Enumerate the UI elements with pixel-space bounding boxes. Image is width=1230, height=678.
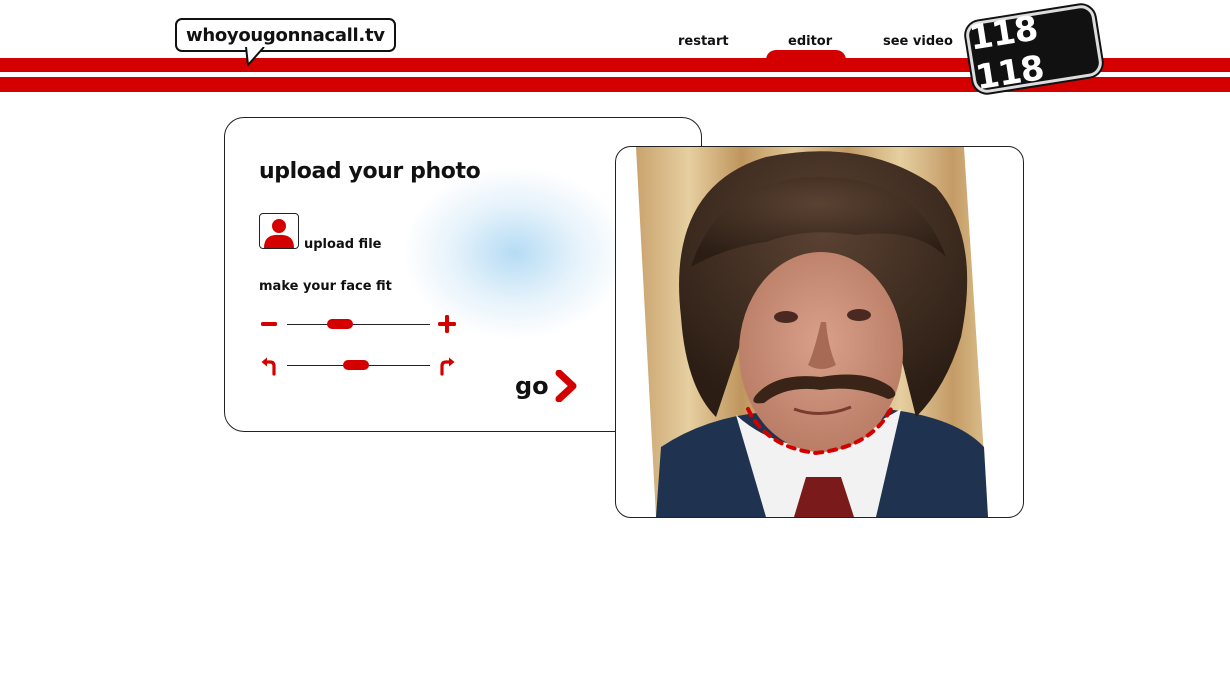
rotate-right-icon[interactable] <box>437 356 457 376</box>
upload-file-link[interactable]: upload file <box>304 237 381 252</box>
site-logo[interactable]: whoyougonnacall.tv <box>175 18 396 52</box>
nav-see-video[interactable]: see video <box>883 34 953 49</box>
plus-icon[interactable] <box>437 314 457 334</box>
nav-editor[interactable]: editor <box>788 34 832 49</box>
active-tab-indicator <box>766 50 846 60</box>
go-button[interactable]: go <box>515 370 579 402</box>
panel-title: upload your photo <box>259 159 481 184</box>
photo-preview[interactable] <box>615 146 1024 518</box>
rotate-slider-thumb[interactable] <box>343 360 370 370</box>
zoom-slider-thumb[interactable] <box>326 319 353 329</box>
chevron-right-icon <box>555 370 577 402</box>
rotate-left-icon[interactable] <box>259 356 279 376</box>
panel-glow <box>405 168 625 338</box>
nav-restart[interactable]: restart <box>678 34 729 49</box>
zoom-slider-track[interactable] <box>287 324 430 325</box>
site-logo-text: whoyougonnacall.tv <box>186 24 385 46</box>
fit-label: make your face fit <box>259 279 392 294</box>
user-icon[interactable] <box>259 213 299 249</box>
logo-bubble-tail <box>245 47 265 66</box>
face-photo <box>636 147 988 517</box>
go-label: go <box>515 372 549 400</box>
minus-icon[interactable] <box>259 314 279 334</box>
brand-badge: 118 118 <box>964 3 1104 98</box>
